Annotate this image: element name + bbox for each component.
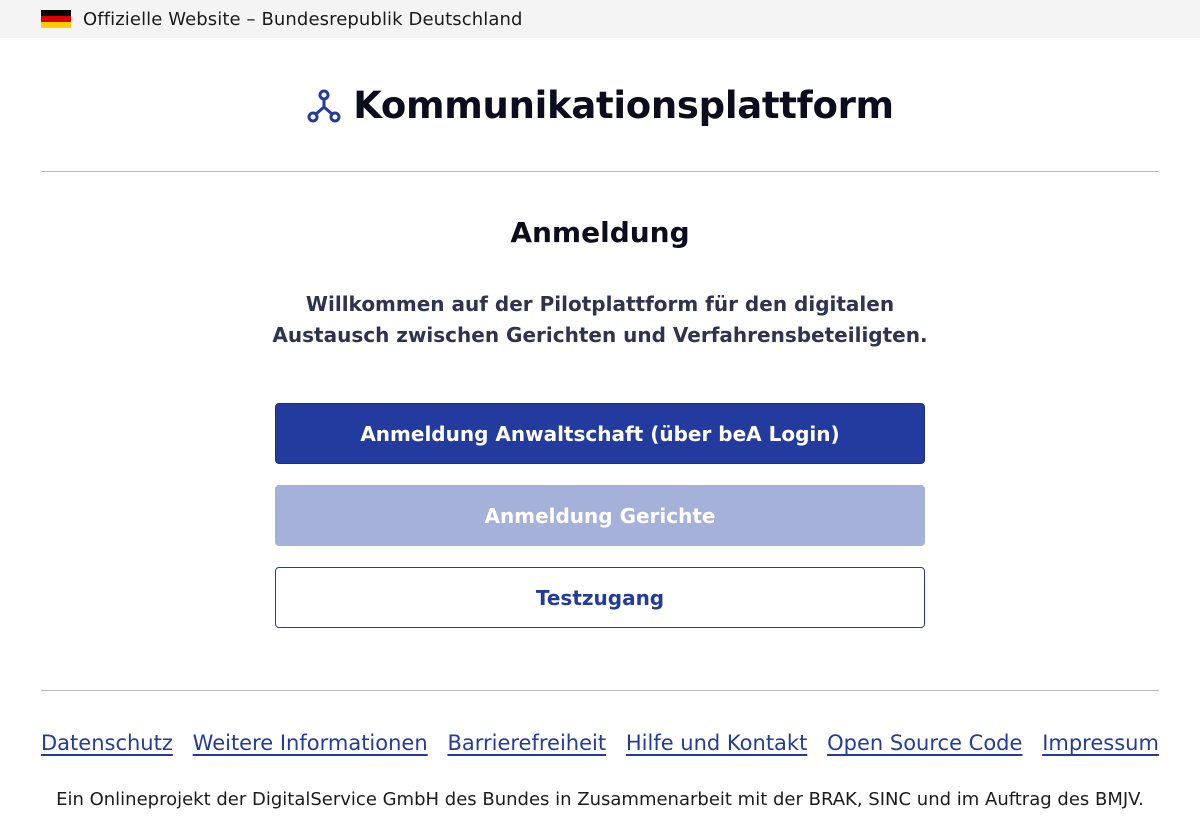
- german-flag-icon: [41, 9, 71, 29]
- court-login-button: Anmeldung Gerichte: [275, 485, 925, 546]
- site-footer: Datenschutz Weitere Informationen Barrie…: [0, 731, 1200, 810]
- footer-note: Ein Onlineprojekt der DigitalService Gmb…: [56, 789, 1144, 810]
- footer-link-accessibility[interactable]: Barrierefreiheit: [447, 731, 606, 755]
- footer-link-imprint[interactable]: Impressum: [1042, 731, 1159, 755]
- login-section: Anmeldung Willkommen auf der Pilotplattf…: [0, 172, 1200, 690]
- welcome-message: Willkommen auf der Pilotplattform für de…: [240, 289, 960, 351]
- login-options: Anmeldung Anwaltschaft (über beA Login) …: [275, 403, 925, 628]
- footer-links: Datenschutz Weitere Informationen Barrie…: [41, 731, 1159, 755]
- test-access-button[interactable]: Testzugang: [275, 567, 925, 628]
- site-header: Kommunikationsplattform: [0, 38, 1200, 171]
- network-nodes-icon: [307, 89, 341, 122]
- footer-link-more-info[interactable]: Weitere Informationen: [193, 731, 428, 755]
- lawyer-login-button[interactable]: Anmeldung Anwaltschaft (über beA Login): [275, 403, 925, 464]
- footer-link-open-source[interactable]: Open Source Code: [827, 731, 1022, 755]
- welcome-line-1: Willkommen auf der Pilotplattform für de…: [305, 292, 895, 316]
- official-website-label: Offizielle Website – Bundesrepublik Deut…: [83, 8, 523, 30]
- official-website-banner: Offizielle Website – Bundesrepublik Deut…: [0, 0, 1200, 38]
- page-title: Anmeldung: [510, 216, 690, 249]
- app-title: Kommunikationsplattform: [353, 84, 894, 127]
- footer-link-help-contact[interactable]: Hilfe und Kontakt: [626, 731, 807, 755]
- footer-link-privacy[interactable]: Datenschutz: [41, 731, 173, 755]
- footer-divider: [41, 690, 1159, 691]
- welcome-line-2: Austausch zwischen Gerichten und Verfahr…: [272, 323, 928, 347]
- app-brand: Kommunikationsplattform: [306, 84, 894, 127]
